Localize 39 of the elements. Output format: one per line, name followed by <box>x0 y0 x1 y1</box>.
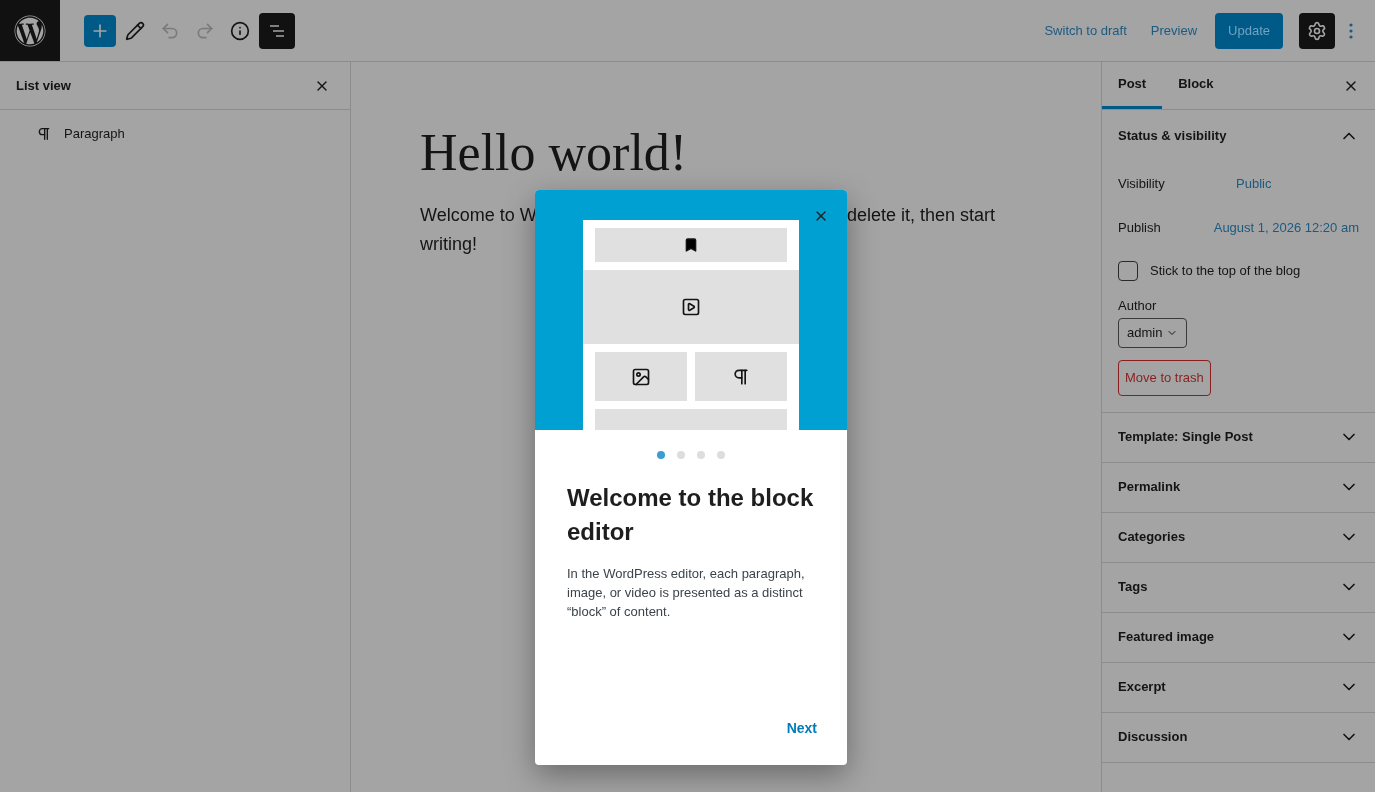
sticky-checkbox[interactable] <box>1118 261 1138 281</box>
list-view-button[interactable] <box>259 12 295 49</box>
field-label: Publish <box>1118 219 1161 238</box>
guide-description: In the WordPress editor, each paragraph, image, or video is presented as a distinct “block” of content. <box>567 565 806 621</box>
post-title: Hello world! <box>420 124 688 182</box>
settings-button[interactable] <box>1299 12 1335 49</box>
panel-title[interactable]: Status & visibility <box>1118 126 1227 146</box>
panel-title: List view <box>16 76 71 95</box>
move-to-trash-button[interactable]: Move to trash <box>1118 359 1211 396</box>
video-icon <box>681 297 701 317</box>
next-button[interactable]: Next <box>786 718 817 739</box>
panel-title[interactable]: Featured image <box>1118 627 1215 647</box>
panel-title[interactable]: Discussion <box>1118 727 1188 747</box>
more-options-icon <box>1349 22 1353 39</box>
pilcrow-icon <box>36 126 52 142</box>
redo-icon <box>195 20 215 41</box>
panel-title[interactable]: Permalink <box>1118 477 1181 497</box>
wordpress-logo-button[interactable] <box>0 0 60 61</box>
field-label: Visibility <box>1118 175 1166 194</box>
panel-title[interactable]: Excerpt <box>1118 677 1166 697</box>
paragraph-text: delete it, then start <box>846 204 995 228</box>
panel-title[interactable]: Categories <box>1118 527 1186 547</box>
pencil-icon <box>125 20 145 41</box>
field-label: Author <box>1118 297 1157 315</box>
list-view-item[interactable]: Paragraph <box>24 122 326 146</box>
image-icon <box>631 366 651 387</box>
info-icon <box>230 20 250 41</box>
panel-title[interactable]: Tags <box>1118 577 1148 597</box>
checkbox-label: Stick to the top of the blog <box>1150 262 1301 281</box>
sidebar-tab[interactable]: Post <box>1102 62 1163 109</box>
sidebar-tab[interactable]: Block <box>1162 62 1230 109</box>
guide-title: Welcome to the block editor <box>567 483 815 547</box>
bookmark-icon <box>683 237 699 253</box>
author-select[interactable]: admin <box>1118 317 1188 348</box>
undo-icon <box>160 20 180 41</box>
wordpress-logo <box>14 14 46 47</box>
paragraph-text: writing! <box>420 233 477 257</box>
settings-icon <box>1307 20 1327 41</box>
panel-title[interactable]: Template: Single Post <box>1118 427 1253 447</box>
